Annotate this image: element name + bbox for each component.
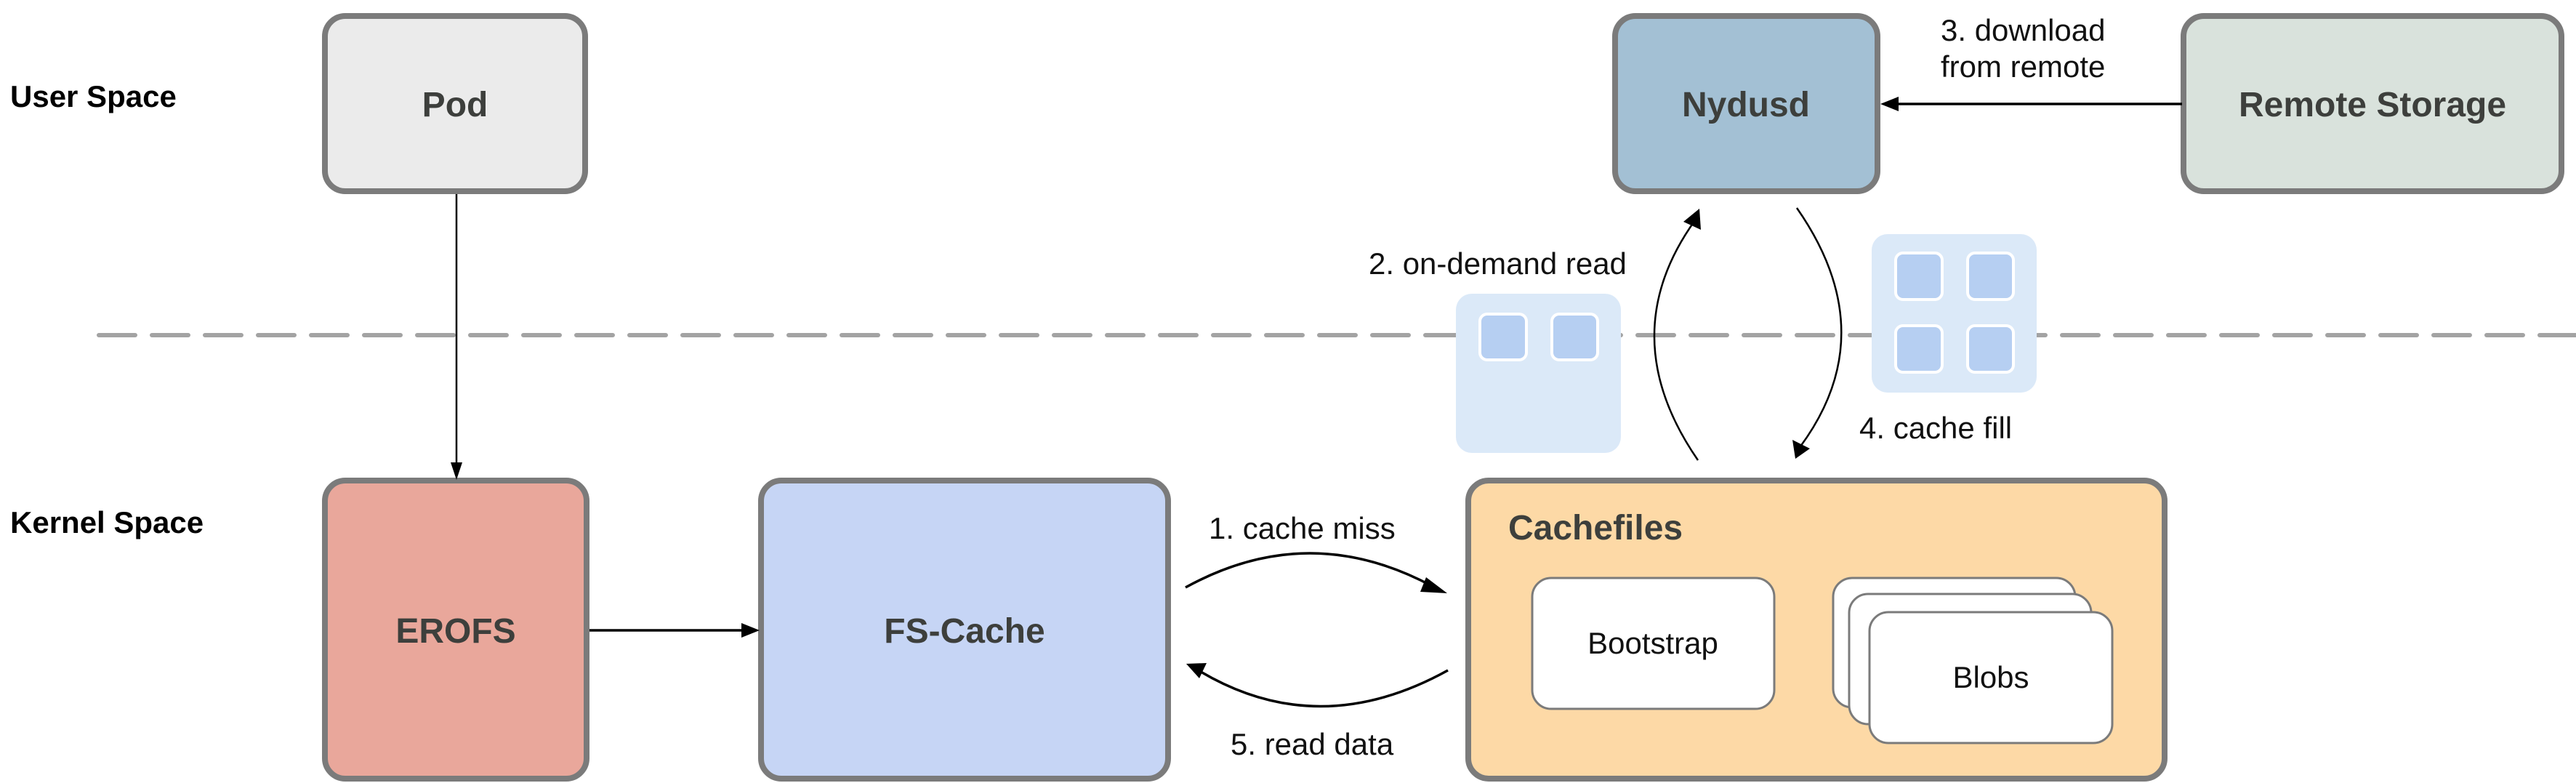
data-block-cell <box>1550 313 1599 361</box>
erofs-node[interactable]: EROFS <box>322 478 589 782</box>
cache-fill-curve <box>1795 207 1843 447</box>
data-block-cell <box>1894 252 1944 301</box>
data-block-cell <box>1966 252 2015 301</box>
cachefiles-label: Cachefiles <box>1508 509 1683 547</box>
on-demand-data-block <box>1456 294 1621 453</box>
cache-miss-label: 1. cache miss <box>1209 511 1396 545</box>
fscache-node[interactable]: FS-Cache <box>758 478 1171 782</box>
cache-fill-data-block <box>1872 234 2037 393</box>
erofs-label: EROFS <box>395 612 515 651</box>
user-space-label: User Space <box>10 79 177 113</box>
arrowhead-icon <box>1420 577 1447 593</box>
arrowhead-icon <box>1683 209 1701 230</box>
cache-miss-edge: 1. cache miss <box>1185 511 1447 593</box>
bootstrap-node[interactable]: Bootstrap <box>1531 577 1776 710</box>
on-demand-read-curve <box>1653 220 1699 461</box>
cache-fill-label: 4. cache fill <box>1859 411 2012 445</box>
download-label-line2: from remote <box>1941 49 2105 84</box>
nydusd-node[interactable]: Nydusd <box>1612 13 1880 194</box>
read-data-curve <box>1200 669 1449 708</box>
blobs-label: Blobs <box>1952 660 2029 694</box>
data-block-cell <box>1894 324 1944 374</box>
bootstrap-label: Bootstrap <box>1587 626 1718 660</box>
arrowhead-icon <box>1792 440 1810 459</box>
arrowhead-icon <box>1880 97 1899 111</box>
download-edge: 3. download from remote <box>1880 13 2182 111</box>
arrowhead-icon <box>741 623 760 638</box>
erofs-to-fscache-edge <box>589 623 760 638</box>
download-label-line1: 3. download <box>1941 13 2106 47</box>
data-block-cell <box>1966 324 2015 374</box>
blobs-stack[interactable]: Blobs <box>1832 577 2114 744</box>
read-data-edge: 5. read data <box>1186 663 1449 761</box>
arrowhead-icon <box>1186 663 1207 678</box>
data-block-cell <box>1478 313 1528 361</box>
kernel-space-label: Kernel Space <box>10 505 204 539</box>
remote-storage-node[interactable]: Remote Storage <box>2181 13 2564 194</box>
remote-storage-label: Remote Storage <box>2239 86 2506 124</box>
fscache-label: FS-Cache <box>884 612 1045 651</box>
pod-label: Pod <box>422 86 488 124</box>
nydus-fscache-architecture-diagram: User Space Kernel Space Pod Nydusd Remot… <box>10 13 2576 782</box>
cachefiles-node[interactable]: Cachefiles Bootstrap Blobs <box>1465 478 2168 782</box>
on-demand-read-label: 2. on-demand read <box>1369 246 1627 281</box>
read-data-label: 5. read data <box>1231 727 1394 761</box>
nydusd-label: Nydusd <box>1682 86 1810 124</box>
pod-node[interactable]: Pod <box>322 13 588 194</box>
arrowhead-icon <box>451 462 462 480</box>
cache-miss-curve <box>1185 552 1433 589</box>
